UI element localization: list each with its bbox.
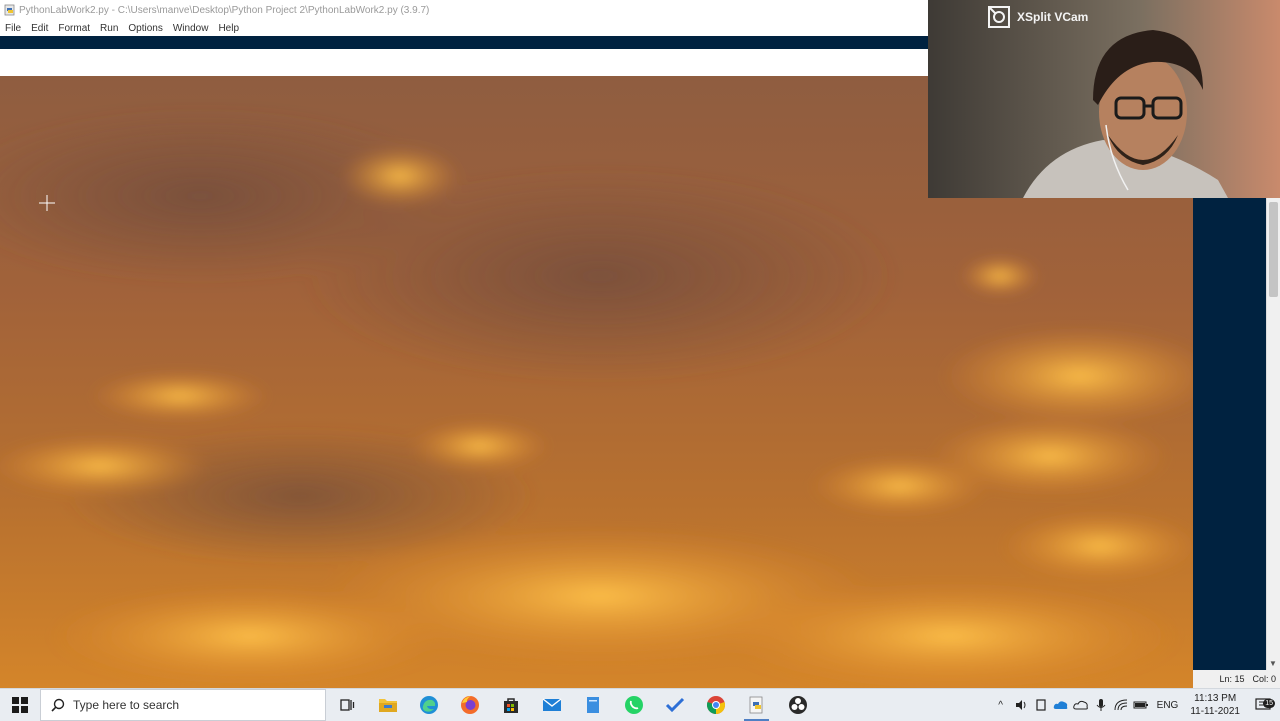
speaker-icon [1015, 700, 1026, 710]
tray-microphone-button[interactable] [1091, 689, 1111, 721]
menu-run[interactable]: Run [95, 23, 123, 34]
microphone-icon [1096, 699, 1106, 711]
webcam-feed-image [928, 0, 1280, 198]
folder-icon [378, 699, 397, 712]
device-icon [1036, 699, 1046, 711]
task-view-button[interactable] [326, 689, 367, 721]
taskbar-python-idle[interactable] [736, 689, 777, 721]
onedrive-cloud-icon [1053, 701, 1067, 709]
menu-edit[interactable]: Edit [26, 23, 53, 34]
clock-time: 11:13 PM [1194, 693, 1237, 704]
menu-bar: File Edit Format Run Options Window Help [0, 20, 928, 36]
editor-status-bar: Ln: 15 Col: 0 [1193, 670, 1280, 688]
taskbar-edge[interactable] [408, 689, 449, 721]
editor-scrollbar[interactable]: ▼ [1266, 198, 1280, 670]
webcam-label: XSplit VCam [988, 6, 1088, 28]
taskbar-whatsapp[interactable] [613, 689, 654, 721]
taskbar-notepad[interactable] [572, 689, 613, 721]
windows-logo-icon [12, 697, 28, 713]
windows-taskbar: Type here to search ^ ENG 11:13 PM 11-11… [0, 688, 1280, 721]
notepad-icon [586, 697, 599, 713]
taskbar-firefox[interactable] [449, 689, 490, 721]
start-button[interactable] [0, 689, 40, 721]
menu-format[interactable]: Format [53, 23, 95, 34]
todo-check-icon [665, 697, 684, 713]
scrollbar-thumb[interactable] [1269, 202, 1278, 297]
tray-volume-button[interactable] [1011, 689, 1031, 721]
scroll-down-arrow-icon[interactable]: ▼ [1269, 659, 1277, 668]
wifi-icon [1114, 699, 1127, 711]
notification-count-badge: 15 [1263, 699, 1275, 708]
taskbar-search-input[interactable]: Type here to search [40, 689, 326, 721]
store-bag-icon [503, 698, 518, 713]
tray-overflow-button[interactable]: ^ [991, 689, 1011, 721]
taskbar-file-explorer[interactable] [367, 689, 408, 721]
python-file-icon [4, 4, 15, 16]
task-view-icon [339, 699, 354, 711]
system-tray: ^ ENG 11:13 PM 11-11-2021 15 [991, 689, 1280, 721]
tray-device-button[interactable] [1031, 689, 1051, 721]
editor-blank-strip [0, 49, 928, 77]
taskbar-obs[interactable] [777, 689, 818, 721]
menu-window[interactable]: Window [168, 23, 214, 34]
editor-top-band [0, 36, 928, 49]
window-titlebar: PythonLabWork2.py - C:\Users\manve\Deskt… [0, 0, 928, 20]
search-placeholder: Type here to search [73, 698, 180, 712]
line-number: Ln: 15 [1219, 674, 1245, 684]
menu-options[interactable]: Options [123, 23, 167, 34]
obs-icon [788, 696, 807, 714]
cloud-outline-icon [1072, 700, 1088, 710]
webcam-label-text: XSplit VCam [1017, 10, 1089, 24]
xsplit-logo-icon [988, 6, 1010, 28]
tray-battery-button[interactable] [1131, 689, 1151, 721]
notification-center-button[interactable]: 15 [1246, 698, 1280, 712]
tray-onedrive-button[interactable] [1051, 689, 1071, 721]
battery-icon [1133, 701, 1148, 709]
tray-wifi-button[interactable] [1111, 689, 1131, 721]
python-idle-icon [749, 696, 762, 714]
tray-onedrive-personal-button[interactable] [1071, 689, 1091, 721]
taskbar-store[interactable] [490, 689, 531, 721]
window-title: PythonLabWork2.py - C:\Users\manve\Deskt… [19, 4, 430, 16]
firefox-icon [460, 696, 479, 714]
edge-icon [419, 696, 438, 714]
column-number: Col: 0 [1252, 674, 1276, 684]
clock-date: 11-11-2021 [1190, 706, 1240, 717]
whatsapp-icon [624, 696, 643, 714]
taskbar-mail[interactable] [531, 689, 572, 721]
menu-file[interactable]: File [0, 23, 26, 34]
menu-help[interactable]: Help [213, 23, 244, 34]
taskbar-todo[interactable] [654, 689, 695, 721]
chrome-icon [706, 696, 725, 714]
taskbar-chrome[interactable] [695, 689, 736, 721]
webcam-overlay: XSplit VCam [928, 0, 1280, 198]
language-indicator[interactable]: ENG [1151, 700, 1185, 711]
mail-icon [542, 698, 561, 711]
chevron-up-icon: ^ [998, 699, 1003, 711]
crosshair-cursor-icon [39, 195, 55, 211]
tray-clock[interactable]: 11:13 PM 11-11-2021 [1184, 692, 1246, 718]
search-icon [51, 698, 65, 712]
